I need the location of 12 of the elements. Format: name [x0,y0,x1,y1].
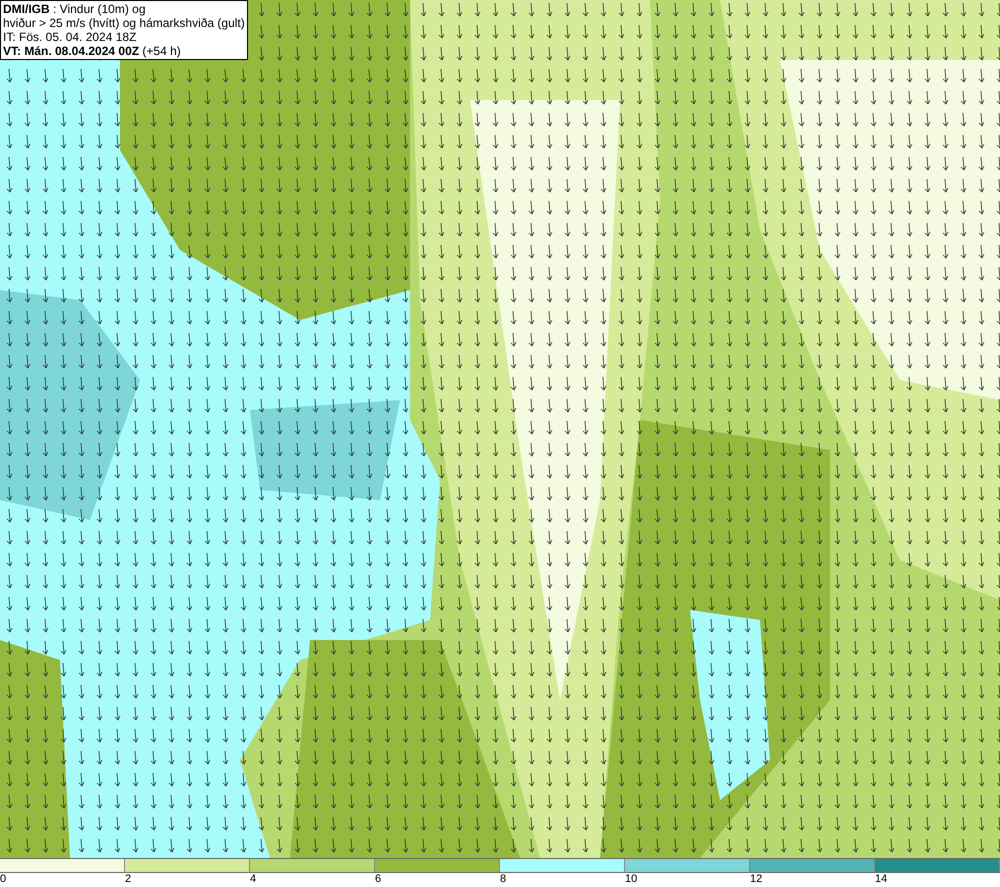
legend-label: 12 [750,873,762,887]
legend-label: 10 [625,873,638,887]
title-line: VT: Mán. 08.04.2024 00Z (+54 h) [3,44,182,58]
legend-label: 6 [375,873,382,887]
legend-label: 4 [250,873,256,887]
legend-label: 14 [875,873,888,887]
legend-label: 2 [125,873,132,887]
legend-label: 0 [0,873,6,887]
legend-label: 8 [500,873,506,887]
title-line: DMI/IGB : Vindur (10m) og [3,2,146,16]
title-line: hviður > 25 m/s (hvítt) og hámarkshviða (gult) [3,16,245,30]
title-line: IT: Fös. 05. 04. 2024 18Z [3,30,138,44]
